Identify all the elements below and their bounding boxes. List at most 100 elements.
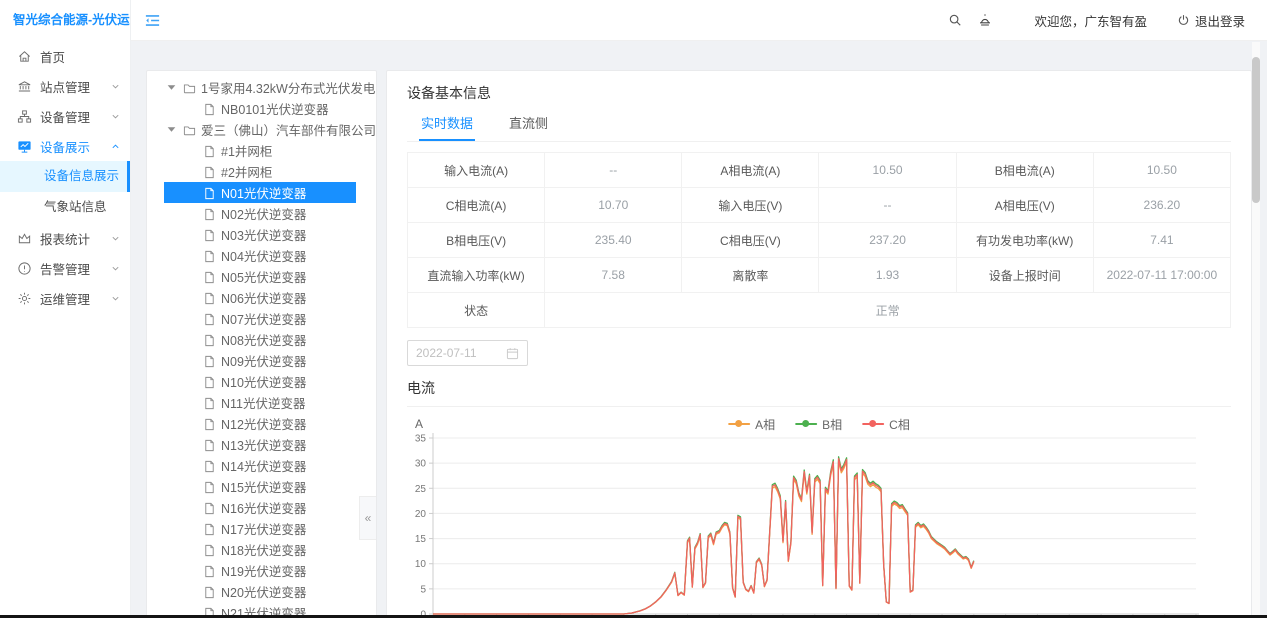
tree-node[interactable]: N10光伏逆变器 [147, 371, 376, 392]
info-value: 1.93 [819, 258, 956, 293]
svg-text:30: 30 [415, 459, 427, 470]
date-picker-value: 2022-07-11 [416, 346, 477, 360]
date-picker[interactable]: 2022-07-11 [407, 340, 528, 366]
tree-node[interactable]: N02光伏逆变器 [147, 203, 376, 224]
alarm-siren-icon[interactable] [970, 12, 1000, 28]
tree-node-content: N06光伏逆变器 [164, 287, 356, 308]
folder-icon [183, 81, 196, 94]
file-icon [203, 312, 216, 325]
tree-node[interactable]: N07光伏逆变器 [147, 308, 376, 329]
file-icon [203, 459, 216, 472]
legend-item[interactable]: B相 [795, 416, 842, 433]
tab-realtime-data[interactable]: 实时数据 [419, 107, 475, 141]
tree-node[interactable]: NB0101光伏逆变器 [147, 98, 376, 119]
tree-node[interactable]: N16光伏逆变器 [147, 497, 376, 518]
tree-node-content: N03光伏逆变器 [164, 224, 356, 245]
tree-node[interactable]: N01光伏逆变器 [147, 182, 376, 203]
file-icon [203, 585, 216, 598]
tree-node[interactable]: 1号家用4.32kW分布式光伏发电站 [147, 77, 376, 98]
search-icon[interactable] [940, 13, 970, 27]
tree-node[interactable]: N09光伏逆变器 [147, 350, 376, 371]
sidebar-item-sites[interactable]: 站点管理 [0, 71, 130, 101]
file-icon [203, 228, 216, 241]
tree-node[interactable]: N11光伏逆变器 [147, 392, 376, 413]
sidebar-item-operations[interactable]: 运维管理 [0, 283, 130, 313]
tree-node[interactable]: N04光伏逆变器 [147, 245, 376, 266]
caret-down-icon[interactable] [167, 83, 176, 92]
logout-label: 退出登录 [1195, 11, 1245, 30]
svg-text:20: 20 [415, 509, 427, 520]
tree-node-content: N01光伏逆变器 [164, 182, 356, 203]
top-bar: 欢迎您，广东智有盈 退出登录 [131, 0, 1267, 41]
tree-node[interactable]: 爱三（佛山）汽车部件有限公司光伏发 [147, 119, 376, 140]
menu-fold-icon[interactable] [144, 12, 161, 29]
info-label: 直流输入功率(kW) [408, 258, 545, 293]
sidebar-item-reports[interactable]: 报表统计 [0, 223, 130, 253]
tree-node[interactable]: N08光伏逆变器 [147, 329, 376, 350]
sidebar-subitem-label: 气象站信息 [44, 200, 107, 214]
tree-node-label: N10光伏逆变器 [221, 372, 306, 391]
tree-node[interactable]: N15光伏逆变器 [147, 476, 376, 497]
tree-node[interactable]: N05光伏逆变器 [147, 266, 376, 287]
device-tree-panel: 1号家用4.32kW分布式光伏发电站 NB0101光伏逆变器 爱三（佛山）汽车部… [146, 70, 377, 618]
sidebar-item-devices[interactable]: 设备管理 [0, 101, 130, 131]
sidebar-subitem-weather-station[interactable]: 气象站信息 [0, 192, 130, 223]
info-label: C相电压(V) [682, 223, 819, 258]
sidebar-item-label: 运维管理 [40, 289, 90, 308]
sidebar-item-home[interactable]: 首页 [0, 41, 130, 71]
tree-node-content: N09光伏逆变器 [164, 350, 356, 371]
logout-button[interactable]: 退出登录 [1177, 11, 1245, 30]
tab-dc-side[interactable]: 直流侧 [507, 107, 550, 141]
tree-node[interactable]: N14光伏逆变器 [147, 455, 376, 476]
info-label: 输入电流(A) [408, 153, 545, 188]
sidebar-item-device-display[interactable]: 设备展示 [0, 131, 130, 161]
tree-node[interactable]: N19光伏逆变器 [147, 560, 376, 581]
legend-item[interactable]: C相 [862, 416, 910, 433]
tree-node[interactable]: N06光伏逆变器 [147, 287, 376, 308]
svg-text:5: 5 [420, 584, 426, 595]
chevron-down-icon [111, 264, 120, 273]
sidebar-menu: 首页 站点管理 设备管理 设备展示 设备信息展示 气象站信息 报表统计 [0, 40, 130, 313]
legend-marker [728, 423, 750, 425]
legend-item[interactable]: A相 [728, 416, 775, 433]
info-value: 2022-07-11 17:00:00 [1093, 258, 1230, 293]
gear-icon [17, 291, 32, 306]
sidebar: 智光综合能源-光伏运营 首页 站点管理 设备管理 设备展示 设备信息展示 气象站… [0, 0, 131, 618]
tree-node-content: N16光伏逆变器 [164, 497, 356, 518]
tree-node-label: N20光伏逆变器 [221, 582, 306, 601]
page-scrollbar-thumb[interactable] [1252, 57, 1260, 203]
sidebar-item-alarms[interactable]: 告警管理 [0, 253, 130, 283]
file-icon [203, 543, 216, 556]
tree-node-content: N02光伏逆变器 [164, 203, 356, 224]
legend-marker [795, 423, 817, 425]
device-info-panel: 设备基本信息 实时数据 直流侧 输入电流(A) -- A相电流(A) 10.50… [386, 70, 1252, 618]
info-label: B相电流(A) [956, 153, 1093, 188]
chevron-down-icon [111, 82, 120, 91]
tree-node-label: N08光伏逆变器 [221, 330, 306, 349]
calendar-icon [506, 347, 519, 360]
tree-node[interactable]: N20光伏逆变器 [147, 581, 376, 602]
info-label: A相电压(V) [956, 188, 1093, 223]
tree-node[interactable]: #2并网柜 [147, 161, 376, 182]
tree-node-content: #1并网柜 [164, 140, 356, 161]
device-info-table: 输入电流(A) -- A相电流(A) 10.50 B相电流(A) 10.50 C… [407, 152, 1231, 328]
svg-text:35: 35 [415, 434, 427, 445]
tree-node[interactable]: N18光伏逆变器 [147, 539, 376, 560]
tree-node-label: N11光伏逆变器 [221, 393, 306, 412]
tree-node[interactable]: N13光伏逆变器 [147, 434, 376, 455]
tree-node-label: N16光伏逆变器 [221, 498, 306, 517]
tree-collapse-handle[interactable]: « [359, 496, 376, 540]
file-icon [203, 375, 216, 388]
file-icon [203, 417, 216, 430]
tree-node[interactable]: N12光伏逆变器 [147, 413, 376, 434]
table-row-status: 状态 正常 [408, 293, 1231, 328]
tree-node[interactable]: #1并网柜 [147, 140, 376, 161]
table-row: B相电压(V) 235.40 C相电压(V) 237.20 有功发电功率(kW)… [408, 223, 1231, 258]
tree-node-label: N09光伏逆变器 [221, 351, 306, 370]
sidebar-subitem-device-info[interactable]: 设备信息展示 [0, 161, 130, 192]
sidebar-item-label: 设备展示 [40, 137, 90, 156]
tree-node[interactable]: N03光伏逆变器 [147, 224, 376, 245]
caret-down-icon[interactable] [167, 125, 176, 134]
file-icon [203, 438, 216, 451]
tree-node[interactable]: N17光伏逆变器 [147, 518, 376, 539]
